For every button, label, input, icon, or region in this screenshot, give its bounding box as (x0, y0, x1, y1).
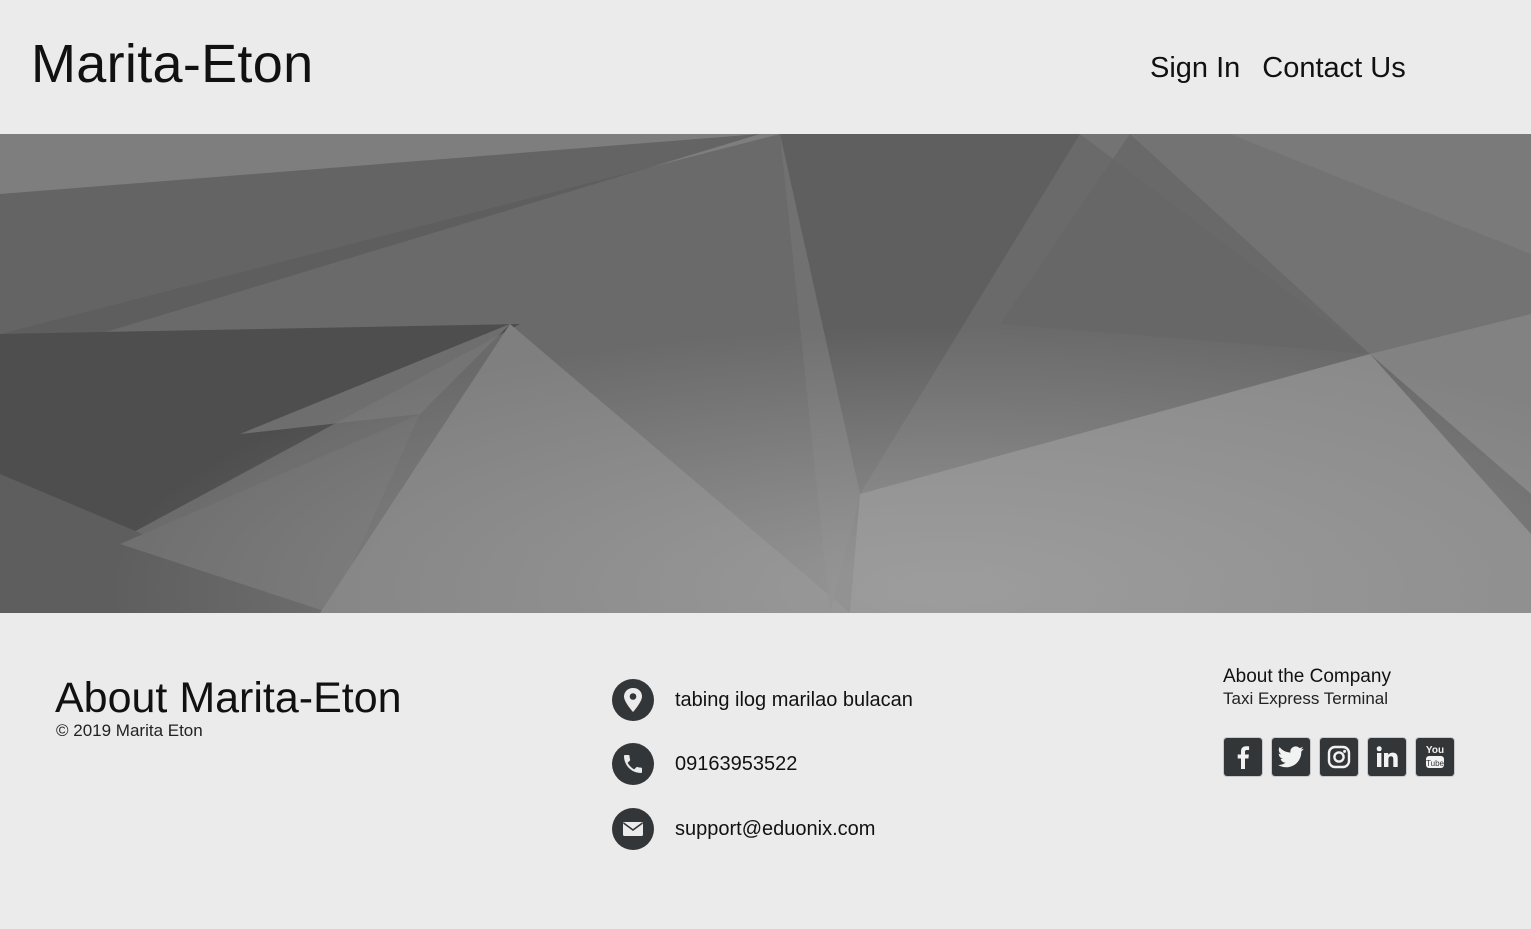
address-text: tabing ilog marilao bulacan (675, 689, 913, 711)
address-row: tabing ilog marilao bulacan (612, 679, 913, 721)
hero-banner (0, 134, 1531, 613)
location-pin-icon (612, 679, 654, 721)
brand-logo[interactable]: Marita-Eton (31, 30, 313, 98)
copyright-text: © 2019 Marita Eton (56, 721, 203, 740)
email-row: support@eduonix.com (612, 808, 875, 850)
youtube-icon[interactable]: You Tube (1416, 738, 1454, 776)
linkedin-icon[interactable] (1368, 738, 1406, 776)
company-title: About the Company (1223, 666, 1391, 687)
social-links: You Tube (1224, 738, 1454, 776)
company-subtitle: Taxi Express Terminal (1223, 689, 1389, 708)
main-nav: Sign In Contact Us (1150, 48, 1406, 88)
svg-text:You: You (1426, 745, 1444, 756)
phone-icon (612, 743, 654, 785)
hero-background-pattern (0, 134, 1531, 613)
phone-row: 09163953522 (612, 743, 797, 785)
phone-text: 09163953522 (675, 753, 798, 775)
facebook-icon[interactable] (1224, 738, 1262, 776)
twitter-icon[interactable] (1272, 738, 1310, 776)
about-title: About Marita-Eton (55, 674, 402, 722)
svg-text:Tube: Tube (1426, 759, 1444, 768)
email-link[interactable]: support@eduonix.com (675, 816, 875, 842)
site-header: Marita-Eton Sign In Contact Us (0, 0, 1531, 134)
contact-us-link[interactable]: Contact Us (1262, 48, 1405, 88)
envelope-icon (612, 808, 654, 850)
sign-in-link[interactable]: Sign In (1150, 48, 1240, 88)
instagram-icon[interactable] (1320, 738, 1358, 776)
